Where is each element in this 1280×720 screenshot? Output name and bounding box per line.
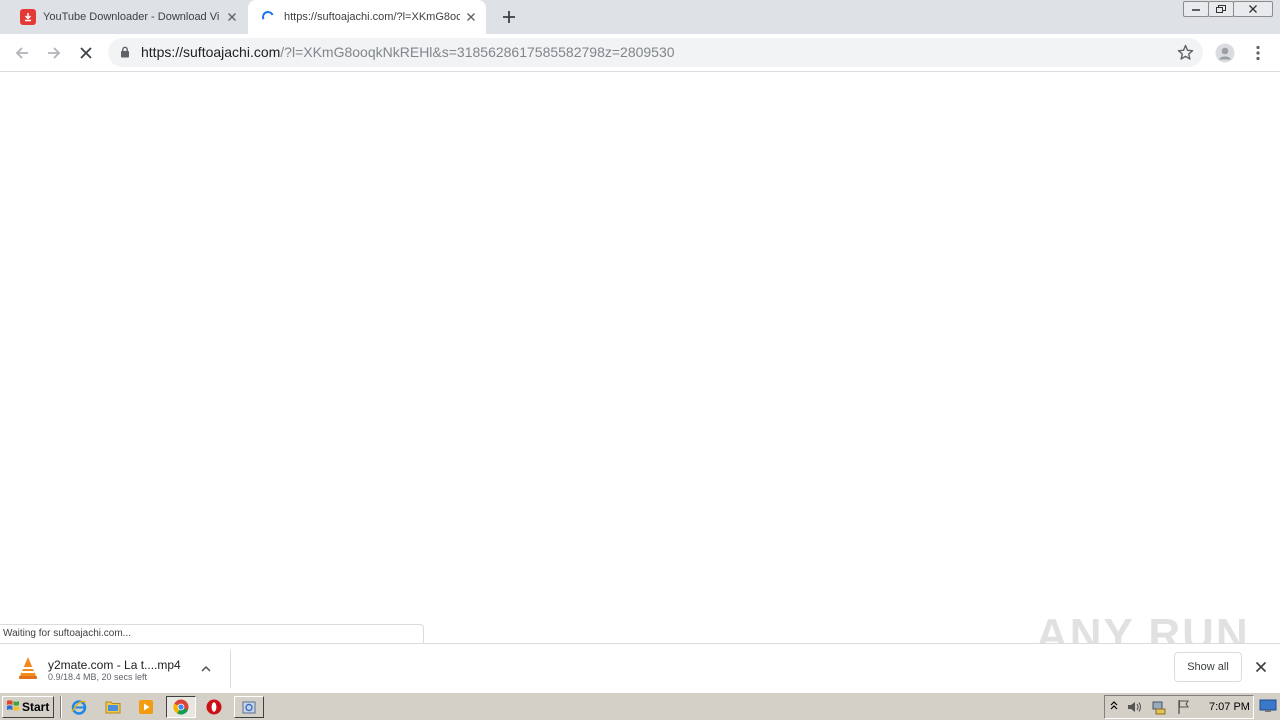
vlc-file-icon <box>16 655 40 684</box>
opera-icon[interactable] <box>205 698 223 716</box>
tab-strip: YouTube Downloader - Download Vid https:… <box>0 0 1280 34</box>
download-item[interactable]: y2mate.com - La t....mp4 0.9/18.4 MB, 20… <box>10 650 230 688</box>
page-content <box>0 72 1280 624</box>
browser-toolbar: https://suftoajachi.com/?l=XKmG8ooqkNkRE… <box>0 34 1280 72</box>
tab-title: https://suftoajachi.com/?l=XKmG8oc <box>284 11 460 23</box>
menu-kebab-icon[interactable] <box>1247 42 1269 64</box>
lock-icon[interactable] <box>120 46 130 61</box>
back-arrow-icon[interactable] <box>11 42 33 64</box>
stop-loading-icon[interactable] <box>75 42 97 64</box>
volume-icon[interactable] <box>1127 700 1143 717</box>
loading-spinner-icon <box>260 9 276 25</box>
url-host: https://suftoajachi.com <box>141 44 281 60</box>
address-bar[interactable]: https://suftoajachi.com/?l=XKmG8ooqkNkRE… <box>108 38 1203 67</box>
start-button[interactable]: Start <box>2 696 54 718</box>
tab-youtube-downloader[interactable]: YouTube Downloader - Download Vid <box>8 0 246 34</box>
show-all-button[interactable]: Show all <box>1174 652 1242 682</box>
tab-suftoajachi[interactable]: https://suftoajachi.com/?l=XKmG8oc <box>248 0 486 34</box>
download-progress: 0.9/18.4 MB, 20 secs left <box>48 672 148 682</box>
forward-arrow-icon[interactable] <box>43 42 65 64</box>
file-explorer-icon[interactable] <box>104 698 122 716</box>
close-tab-icon[interactable] <box>464 10 478 24</box>
system-tray: 7:07 PM <box>1104 695 1254 719</box>
shelf-divider <box>230 650 231 688</box>
start-label: Start <box>22 700 50 714</box>
show-desktop-icon[interactable] <box>1259 699 1277 716</box>
status-text: Waiting for suftoajachi.com... <box>3 628 132 639</box>
restore-button[interactable] <box>1208 1 1234 17</box>
profile-avatar-icon[interactable] <box>1214 42 1236 64</box>
network-icon[interactable] <box>1151 699 1167 718</box>
installer-icon <box>242 701 256 714</box>
download-icon <box>20 9 36 25</box>
url-path: /?l=XKmG8ooqkNkREHl&s=318562861758558279… <box>280 44 675 60</box>
download-filename: y2mate.com - La t....mp4 <box>48 658 181 672</box>
media-player-icon[interactable] <box>137 698 155 716</box>
status-bubble: Waiting for suftoajachi.com... <box>0 624 424 643</box>
installer-taskbar-button[interactable] <box>234 696 264 718</box>
windows-taskbar: Start 7:07 PM <box>0 692 1280 720</box>
url-text[interactable]: https://suftoajachi.com/?l=XKmG8ooqkNkRE… <box>141 44 675 60</box>
close-window-button[interactable] <box>1233 1 1273 17</box>
chrome-icon <box>173 699 189 715</box>
taskbar-clock[interactable]: 7:07 PM <box>1209 701 1250 713</box>
taskbar-separator <box>60 696 62 718</box>
chrome-taskbar-button[interactable] <box>166 696 196 718</box>
tray-expand-icon[interactable] <box>1110 700 1118 715</box>
action-center-flag-icon[interactable] <box>1177 699 1191 718</box>
chevron-up-icon[interactable] <box>200 663 212 677</box>
close-shelf-icon[interactable] <box>1255 661 1267 676</box>
windows-logo-icon <box>6 699 20 715</box>
close-tab-icon[interactable] <box>225 10 239 24</box>
download-shelf: y2mate.com - La t....mp4 0.9/18.4 MB, 20… <box>0 643 1280 693</box>
minimize-button[interactable] <box>1183 1 1209 17</box>
internet-explorer-icon[interactable] <box>70 698 88 716</box>
bookmark-star-icon[interactable] <box>1177 44 1194 64</box>
tab-title: YouTube Downloader - Download Vid <box>43 11 219 23</box>
new-tab-button[interactable] <box>498 6 520 28</box>
